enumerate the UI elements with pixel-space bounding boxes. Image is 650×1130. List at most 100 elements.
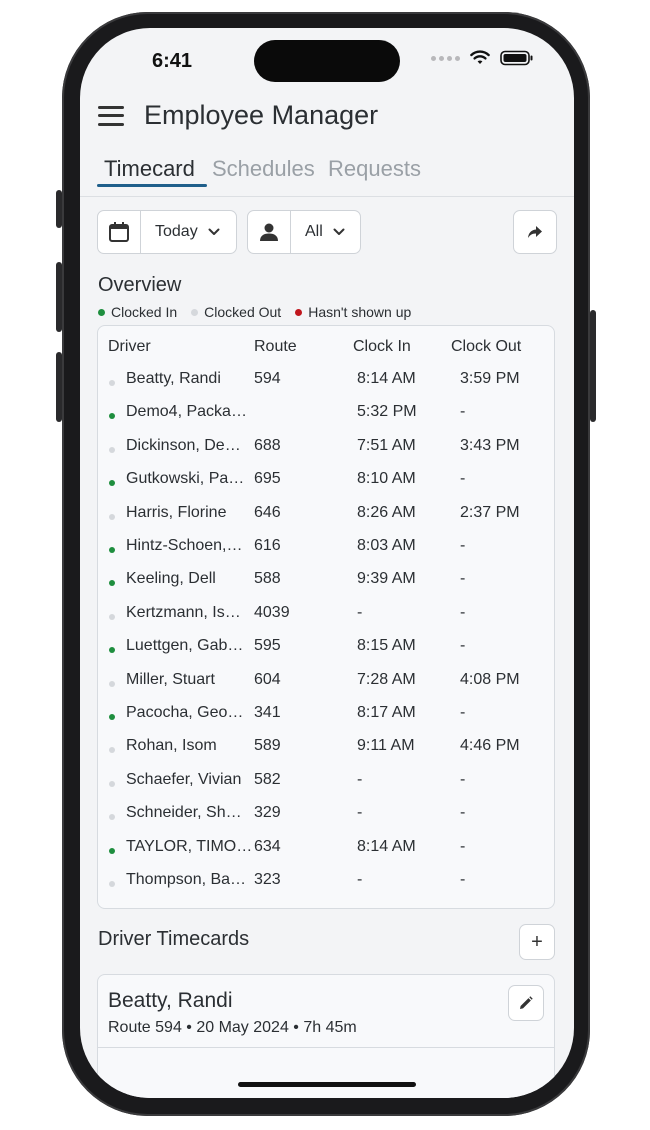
route-number: 588	[254, 570, 281, 588]
table-row[interactable]: Gutkowski, Pa… 695 8:10 AM -	[98, 470, 554, 503]
clock-in-time: 8:17 AM	[357, 704, 416, 721]
table-row[interactable]: Thompson, Ba… 323 - -	[98, 871, 554, 904]
table-row[interactable]: Schneider, Sh… 329 - -	[98, 804, 554, 837]
driver-name: Schneider, Sh…	[126, 804, 242, 822]
chevron-down-icon	[333, 228, 345, 235]
table-row[interactable]: Pacocha, Geo… 341 8:17 AM -	[98, 704, 554, 737]
legend-label: Hasn't shown up	[308, 304, 412, 320]
clock-in-time: -	[357, 770, 363, 788]
clock-in-time: -	[357, 603, 363, 621]
driver-name: Dickinson, De…	[126, 436, 241, 454]
table-row[interactable]: Beatty, Randi 594 8:14 AM 3:59 PM	[98, 370, 554, 403]
person-filter[interactable]: All	[247, 210, 361, 254]
status-dot	[109, 747, 115, 754]
tab-schedules[interactable]: Schedules	[212, 156, 315, 182]
cellular-signal-icon	[431, 55, 460, 61]
clock-in-time: 9:11 AM	[357, 737, 415, 755]
status-dot	[109, 680, 115, 687]
add-timecard-button[interactable]: +	[519, 924, 555, 960]
calendar-icon	[98, 211, 141, 253]
driver-name: Gutkowski, Pa…	[126, 470, 245, 488]
status-icons	[431, 50, 534, 66]
chevron-down-icon	[208, 228, 220, 235]
status-legend: Clocked In Clocked Out Hasn't shown up	[98, 304, 411, 320]
route-number: 634	[254, 837, 281, 855]
date-filter-value[interactable]: Today	[141, 211, 232, 253]
table-row[interactable]: Rohan, Isom 589 9:11 AM 4:46 PM	[98, 737, 554, 770]
legend-clocked-out: Clocked Out	[191, 304, 281, 320]
clock-out-time: -	[460, 704, 466, 721]
clock-in-time: 8:26 AM	[357, 503, 416, 521]
status-dot	[109, 480, 115, 487]
menu-icon[interactable]	[98, 105, 124, 126]
person-filter-value[interactable]: All	[291, 211, 357, 253]
app-title: Employee Manager	[144, 100, 379, 130]
status-dot	[109, 580, 115, 587]
route-number: 4039	[254, 603, 290, 621]
clock-in-time: 7:28 AM	[357, 670, 416, 688]
table-row[interactable]: Kertzmann, Is… 4039 - -	[98, 604, 554, 637]
tab-timecard[interactable]: Timecard	[104, 156, 195, 182]
driver-name: Hintz-Schoen,…	[126, 537, 243, 554]
clock-out-time: -	[460, 871, 466, 888]
app-screen: 6:41 Employee Manager Timecard Schedules…	[80, 28, 574, 1098]
column-header-driver: Driver	[108, 338, 151, 355]
route-number: 646	[254, 503, 281, 521]
driver-name: Miller, Stuart	[126, 670, 215, 688]
legend-label: Clocked In	[111, 304, 178, 320]
timecard-card[interactable]: Beatty, Randi Route 594 • 20 May 2024 • …	[97, 974, 555, 1098]
status-dot	[109, 613, 115, 620]
clock-in-time: -	[357, 804, 363, 822]
battery-icon	[500, 50, 533, 66]
share-arrow-icon	[528, 226, 542, 238]
share-button[interactable]	[513, 210, 557, 254]
driver-name: Beatty, Randi	[126, 370, 221, 387]
no-show-dot	[295, 308, 303, 316]
column-header-clock-out: Clock Out	[451, 338, 522, 355]
driver-name: Thompson, Ba…	[126, 871, 247, 888]
driver-timecards-title: Driver Timecards	[98, 928, 250, 950]
clock-out-time: 3:59 PM	[460, 370, 520, 387]
clock-in-time: 8:03 AM	[357, 537, 416, 554]
clock-out-time: -	[460, 470, 466, 488]
tab-requests[interactable]: Requests	[328, 156, 421, 182]
table-row[interactable]: Schaefer, Vivian 582 - -	[98, 771, 554, 804]
table-row[interactable]: Dickinson, De… 688 7:51 AM 3:43 PM	[98, 437, 554, 470]
edit-timecard-button[interactable]	[508, 985, 544, 1021]
date-filter[interactable]: Today	[97, 210, 237, 254]
clock-out-time: 2:37 PM	[460, 503, 520, 521]
clock-out-time: -	[460, 403, 466, 421]
status-dot	[109, 714, 115, 720]
route-number: 589	[254, 737, 281, 755]
status-dot	[109, 780, 115, 787]
route-number: 688	[254, 436, 281, 454]
clock-in-time: 9:39 AM	[357, 570, 416, 588]
driver-name: Kertzmann, Is…	[126, 603, 241, 621]
column-header-clock-in: Clock In	[353, 338, 411, 355]
status-dot	[109, 446, 115, 453]
wifi-icon	[470, 50, 490, 64]
table-row[interactable]: Demo4, Packa… 5:32 PM -	[98, 403, 554, 436]
clock-out-time: -	[460, 770, 466, 788]
home-indicator	[238, 1082, 416, 1087]
clocked-in-dot	[98, 308, 105, 316]
dynamic-island	[254, 40, 400, 82]
table-row[interactable]: Harris, Florine 646 8:26 AM 2:37 PM	[98, 504, 554, 537]
table-row[interactable]: Hintz-Schoen,… 616 8:03 AM -	[98, 537, 554, 570]
person-icon	[248, 211, 291, 253]
route-number: 329	[254, 804, 281, 822]
route-number: 341	[254, 704, 281, 721]
clock-out-time: 4:08 PM	[460, 670, 520, 688]
table-row[interactable]: TAYLOR, TIMO… 634 8:14 AM -	[98, 838, 554, 871]
table-row[interactable]: Luettgen, Gab… 595 8:15 AM -	[98, 637, 554, 670]
status-time: 6:41	[152, 50, 193, 72]
date-filter-label: Today	[155, 223, 198, 240]
clock-in-time: 8:15 AM	[357, 637, 416, 655]
clock-out-time: 4:46 PM	[460, 737, 520, 755]
driver-name: Rohan, Isom	[126, 737, 217, 755]
legend-label: Clocked Out	[204, 304, 282, 320]
table-row[interactable]: Keeling, Dell 588 9:39 AM -	[98, 570, 554, 603]
legend-no-show: Hasn't shown up	[295, 304, 411, 320]
driver-name: TAYLOR, TIMO…	[126, 837, 253, 855]
table-row[interactable]: Miller, Stuart 604 7:28 AM 4:08 PM	[98, 671, 554, 704]
